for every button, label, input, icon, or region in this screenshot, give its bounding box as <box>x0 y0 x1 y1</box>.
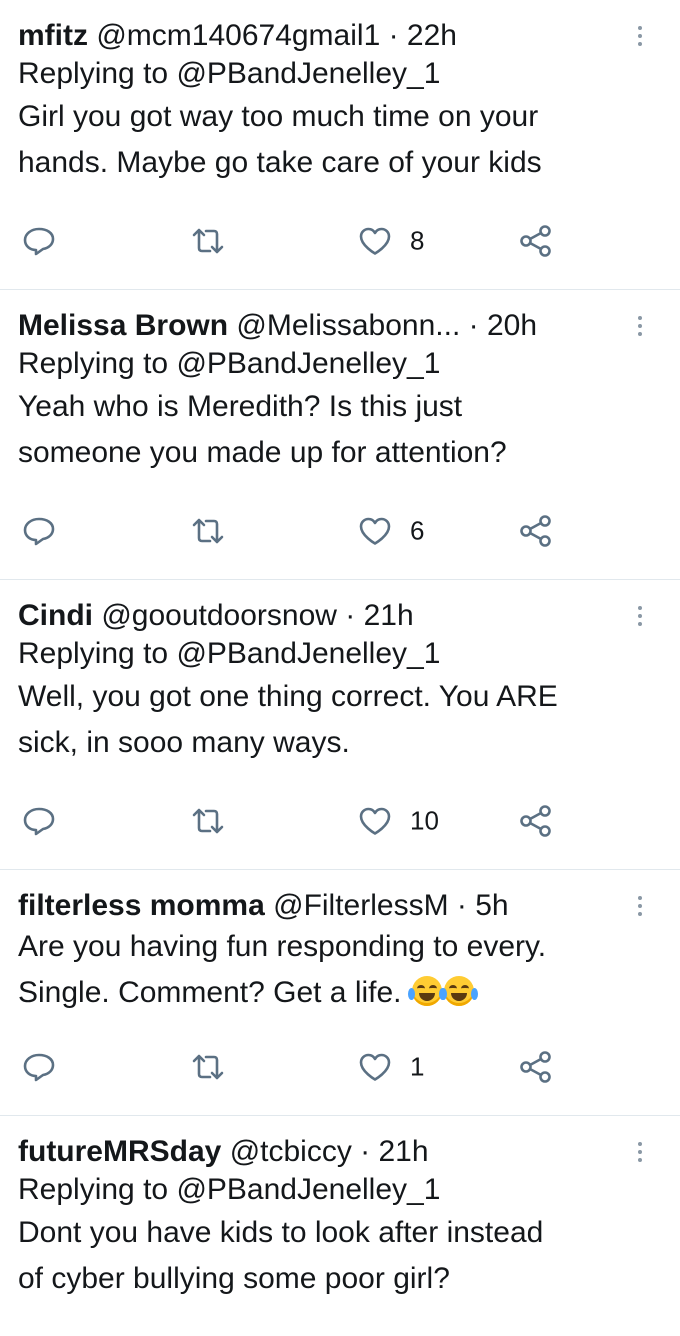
reply-button[interactable] <box>22 516 56 546</box>
tweet-actions: 8 <box>18 196 620 286</box>
replying-to-label: Replying to <box>18 347 177 380</box>
reply-icon <box>23 517 55 546</box>
reply-icon <box>23 227 55 256</box>
like-count: 1 <box>410 1051 425 1082</box>
replying-to: Replying to @PBandJenelley_1 <box>18 344 620 384</box>
heart-icon <box>359 517 391 545</box>
tweet-header: Melissa Brown @Melissabonn... · 20h <box>18 308 620 344</box>
author-handle-time: @Melissabonn... · 20h <box>228 309 537 342</box>
reply-button[interactable] <box>22 806 56 836</box>
tweet[interactable]: filterless momma @FilterlessM · 5h Are y… <box>0 870 680 1116</box>
more-vertical-icon[interactable] <box>630 308 650 344</box>
retweet-icon <box>192 1054 224 1080</box>
replying-to-handle[interactable]: @PBandJenelley_1 <box>176 637 440 670</box>
like-button[interactable]: 1 <box>358 1052 424 1083</box>
heart-icon <box>359 227 391 255</box>
tweet-header: mfitz @mcm140674gmail1 · 22h <box>18 18 620 54</box>
replying-to: Replying to @PBandJenelley_1 <box>18 634 620 674</box>
like-count: 8 <box>410 225 425 256</box>
share-icon <box>520 515 551 547</box>
more-vertical-icon[interactable] <box>630 598 650 634</box>
tweet[interactable]: Melissa Brown @Melissabonn... · 20h Repl… <box>0 290 680 580</box>
like-count: 6 <box>410 515 425 546</box>
tweet-text: Well, you got one thing correct. You ARE… <box>18 680 558 759</box>
reply-icon <box>23 1053 55 1082</box>
like-button[interactable]: 10 <box>358 806 439 837</box>
share-icon <box>520 225 551 257</box>
share-button[interactable] <box>518 224 554 258</box>
like-button[interactable]: 8 <box>358 226 424 257</box>
heart-icon <box>359 807 391 835</box>
face-with-tears-of-joy-emoji <box>407 976 446 1006</box>
share-icon <box>520 1051 551 1083</box>
replying-to-handle[interactable]: @PBandJenelley_1 <box>176 57 440 90</box>
replying-to-label: Replying to <box>18 637 177 670</box>
reply-button[interactable] <box>22 226 56 256</box>
share-button[interactable] <box>518 1050 554 1084</box>
replying-to-label: Replying to <box>18 1173 177 1206</box>
tweet-text: Dont you have kids to look after instead… <box>18 1216 544 1295</box>
retweet-button[interactable] <box>190 806 226 836</box>
retweet-button[interactable] <box>190 226 226 256</box>
heart-icon <box>359 1053 391 1081</box>
author-name[interactable]: mfitz <box>18 19 88 52</box>
share-icon <box>520 805 551 837</box>
reply-icon <box>23 807 55 836</box>
retweet-icon <box>192 228 224 254</box>
reply-button[interactable] <box>22 1052 56 1082</box>
replying-to-label: Replying to <box>18 57 177 90</box>
retweet-button[interactable] <box>190 1052 226 1082</box>
tweet-header: Cindi @gooutdoorsnow · 21h <box>18 598 620 634</box>
reply-feed: mfitz @mcm140674gmail1 · 22h Replying to… <box>0 0 680 1336</box>
more-vertical-icon[interactable] <box>630 1134 650 1170</box>
tweet-text: Yeah who is Meredith? Is this just someo… <box>18 390 507 469</box>
tweet-actions: 6 <box>18 486 620 576</box>
replying-to: Replying to @PBandJenelley_1 <box>18 1170 620 1210</box>
replying-to-handle[interactable]: @PBandJenelley_1 <box>176 1173 440 1206</box>
retweet-icon <box>192 808 224 834</box>
author-name[interactable]: Melissa Brown <box>18 309 228 342</box>
author-handle-time: @FilterlessM · 5h <box>264 889 509 922</box>
tweet-header: futureMRSday @tcbiccy · 21h <box>18 1134 620 1170</box>
author-name[interactable]: filterless momma <box>18 889 265 922</box>
author-handle-time: @gooutdoorsnow · 21h <box>93 599 414 632</box>
author-handle-time: @mcm140674gmail1 · 22h <box>88 19 457 52</box>
replying-to: Replying to @PBandJenelley_1 <box>18 54 620 94</box>
more-vertical-icon[interactable] <box>630 888 650 924</box>
like-count: 10 <box>410 805 439 836</box>
tweet[interactable]: Cindi @gooutdoorsnow · 21h Replying to @… <box>0 580 680 870</box>
tweet-header: filterless momma @FilterlessM · 5h <box>18 888 620 924</box>
share-button[interactable] <box>518 804 554 838</box>
like-button[interactable]: 6 <box>358 516 424 547</box>
tweet[interactable]: mfitz @mcm140674gmail1 · 22h Replying to… <box>0 0 680 290</box>
replying-to-handle[interactable]: @PBandJenelley_1 <box>176 347 440 380</box>
share-button[interactable] <box>518 514 554 548</box>
face-with-tears-of-joy-emoji <box>439 976 478 1006</box>
retweet-icon <box>192 518 224 544</box>
more-vertical-icon[interactable] <box>630 18 650 54</box>
tweet-actions: 10 <box>18 776 620 866</box>
tweet-actions: 1 <box>18 1022 620 1112</box>
retweet-button[interactable] <box>190 516 226 546</box>
author-name[interactable]: futureMRSday <box>18 1135 221 1168</box>
tweet-text: Girl you got way too much time on your h… <box>18 100 542 179</box>
author-handle-time: @tcbiccy · 21h <box>221 1135 429 1168</box>
tweet[interactable]: futureMRSday @tcbiccy · 21h Replying to … <box>0 1116 680 1336</box>
tweet-text: Are you having fun responding to every. … <box>18 924 620 1016</box>
author-name[interactable]: Cindi <box>18 599 93 632</box>
